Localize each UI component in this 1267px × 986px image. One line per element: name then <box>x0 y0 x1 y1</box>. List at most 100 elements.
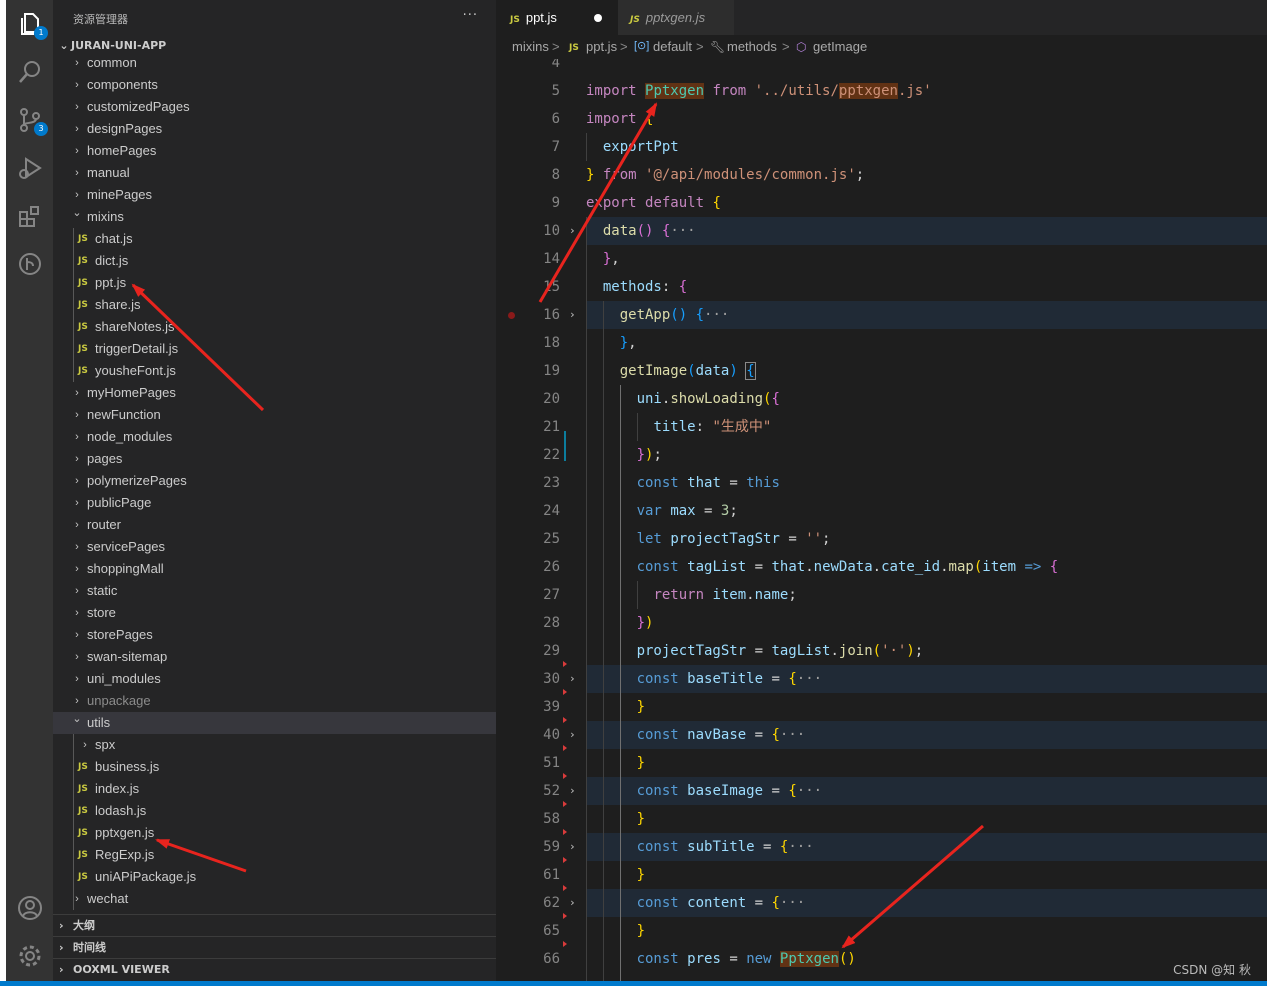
tree-item-pages[interactable]: › pages <box>53 448 496 470</box>
code-line[interactable]: getApp() {··· <box>586 301 730 329</box>
tree-item-node-modules[interactable]: › node_modules <box>53 426 496 448</box>
code-line[interactable]: let projectTagStr = ''; <box>586 525 831 553</box>
more-actions-icon[interactable]: ··· <box>463 8 478 23</box>
tree-item-swan-sitemap[interactable]: › swan-sitemap <box>53 646 496 668</box>
tab-ppt-js[interactable]: JS ppt.js <box>496 0 618 35</box>
tab-pptxgen-js[interactable]: JS pptxgen.js <box>618 0 734 35</box>
tree-item-dict-js[interactable]: JS dict.js <box>53 250 496 272</box>
source-control-icon[interactable]: 3 <box>16 106 48 136</box>
unsaved-dot-icon[interactable] <box>594 14 602 22</box>
fold-chevron-icon[interactable]: › <box>569 833 579 861</box>
tree-item-triggerdetail-js[interactable]: JS triggerDetail.js <box>53 338 496 360</box>
tree-item-business-js[interactable]: JS business.js <box>53 756 496 778</box>
code-line[interactable]: methods: { <box>586 273 687 301</box>
code-line[interactable]: const baseTitle = {··· <box>586 665 822 693</box>
line-number: 30 <box>543 671 560 687</box>
tree-item-mixins[interactable]: ⌄ mixins <box>53 206 496 228</box>
tree-item-sharenotes-js[interactable]: JS shareNotes.js <box>53 316 496 338</box>
tree-item-publicpage[interactable]: › publicPage <box>53 492 496 514</box>
tree-item-ppt-js[interactable]: JS ppt.js <box>53 272 496 294</box>
breadcrumb-methods[interactable]: methods <box>727 35 777 59</box>
chevron-right-icon: › <box>75 145 79 157</box>
tree-item-servicepages[interactable]: › servicePages <box>53 536 496 558</box>
tree-item-unpackage[interactable]: › unpackage <box>53 690 496 712</box>
breadcrumb-file[interactable]: ppt.js <box>586 35 617 59</box>
tree-item-myhomepages[interactable]: › myHomePages <box>53 382 496 404</box>
tree-item-store[interactable]: › store <box>53 602 496 624</box>
code-line[interactable]: return item.name; <box>586 581 796 609</box>
code-line[interactable]: exportPpt <box>586 133 679 161</box>
breadcrumb-folder[interactable]: mixins <box>512 35 549 59</box>
tree-item-wechat[interactable]: › wechat <box>53 888 496 910</box>
tree-item-common[interactable]: › common <box>53 52 496 74</box>
fold-chevron-icon[interactable]: › <box>569 777 579 805</box>
fold-chevron-icon[interactable]: › <box>569 217 579 245</box>
breadcrumb-getimage[interactable]: getImage <box>813 35 867 59</box>
tree-item-utils[interactable]: ⌄ utils <box>53 712 496 734</box>
code-line[interactable]: } <box>586 805 645 833</box>
fold-chevron-icon[interactable]: › <box>569 665 579 693</box>
code-line[interactable]: }, <box>586 329 637 357</box>
fold-chevron-icon[interactable]: › <box>569 721 579 749</box>
code-line[interactable]: }, <box>586 245 620 273</box>
search-icon[interactable] <box>16 58 44 86</box>
line-number: 16 <box>543 307 560 323</box>
tree-item-homepages[interactable]: › homePages <box>53 140 496 162</box>
tree-item-lodash-js[interactable]: JS lodash.js <box>53 800 496 822</box>
tree-item-minepages[interactable]: › minePages <box>53 184 496 206</box>
breadcrumb-default[interactable]: default <box>653 35 692 59</box>
code-line[interactable]: title: "生成中" <box>586 413 771 441</box>
code-line[interactable]: } <box>586 693 645 721</box>
code-line[interactable]: const pres = new Pptxgen() <box>586 945 856 973</box>
code-line[interactable]: data() {··· <box>586 217 696 245</box>
manage-gear-icon[interactable] <box>16 942 44 970</box>
tree-item-youshefont-js[interactable]: JS yousheFont.js <box>53 360 496 382</box>
panel-section[interactable]: › 大纲 <box>53 914 496 936</box>
tree-item-newfunction[interactable]: › newFunction <box>53 404 496 426</box>
account-icon[interactable] <box>16 894 44 922</box>
code-line[interactable]: getImage(data) { <box>586 357 756 385</box>
breakpoint-hint-icon[interactable] <box>508 312 515 319</box>
explorer-icon[interactable]: 1 <box>16 10 48 40</box>
tree-item-customizedpages[interactable]: › customizedPages <box>53 96 496 118</box>
code-line[interactable]: uni.showLoading({ <box>586 385 780 413</box>
tree-item-uni-modules[interactable]: › uni_modules <box>53 668 496 690</box>
fold-chevron-icon[interactable]: › <box>569 889 579 917</box>
tree-item-chat-js[interactable]: JS chat.js <box>53 228 496 250</box>
code-line[interactable]: projectTagStr = tagList.join('·'); <box>586 637 924 665</box>
code-line[interactable]: import Pptxgen from '../utils/pptxgen.js… <box>586 77 932 105</box>
tree-item-pptxgen-js[interactable]: JS pptxgen.js <box>53 822 496 844</box>
tree-item-designpages[interactable]: › designPages <box>53 118 496 140</box>
panel-section[interactable]: › 时间线 <box>53 936 496 958</box>
line-number: 15 <box>543 279 560 295</box>
tree-item-components[interactable]: › components <box>53 74 496 96</box>
tree-item-manual[interactable]: › manual <box>53 162 496 184</box>
extensions-icon[interactable] <box>16 202 44 230</box>
tree-item-shoppingmall[interactable]: › shoppingMall <box>53 558 496 580</box>
fold-chevron-icon[interactable]: › <box>569 301 579 329</box>
tree-item-regexp-js[interactable]: JS RegExp.js <box>53 844 496 866</box>
code-line[interactable]: var max = 3; <box>586 497 738 525</box>
git-graph-icon[interactable] <box>16 250 44 278</box>
code-line[interactable]: const that = this <box>586 469 780 497</box>
code-line[interactable]: const baseImage = {··· <box>586 777 822 805</box>
tree-item-share-js[interactable]: JS share.js <box>53 294 496 316</box>
code-line[interactable]: import { <box>586 105 653 133</box>
code-line[interactable]: export default { <box>586 189 721 217</box>
tree-item-index-js[interactable]: JS index.js <box>53 778 496 800</box>
code-line[interactable]: const tagList = that.newData.cate_id.map… <box>586 553 1059 581</box>
tree-item-polymerizepages[interactable]: › polymerizePages <box>53 470 496 492</box>
tree-item-storepages[interactable]: › storePages <box>53 624 496 646</box>
code-line[interactable]: } <box>586 861 645 889</box>
code-line[interactable]: } <box>586 749 645 777</box>
tree-item-uniapipackage-js[interactable]: JS uniAPiPackage.js <box>53 866 496 888</box>
code-line[interactable]: } from '@/api/modules/common.js'; <box>586 161 864 189</box>
panel-section[interactable]: › OOXML VIEWER <box>53 958 496 980</box>
code-line[interactable]: }); <box>586 441 662 469</box>
code-editor[interactable]: 4 5 import Pptxgen from '../utils/pptxgen.… <box>496 59 1267 981</box>
tree-item-spx[interactable]: › spx <box>53 734 496 756</box>
code-line[interactable]: } <box>586 917 645 945</box>
tree-item-static[interactable]: › static <box>53 580 496 602</box>
run-debug-icon[interactable] <box>16 154 44 182</box>
tree-item-router[interactable]: › router <box>53 514 496 536</box>
